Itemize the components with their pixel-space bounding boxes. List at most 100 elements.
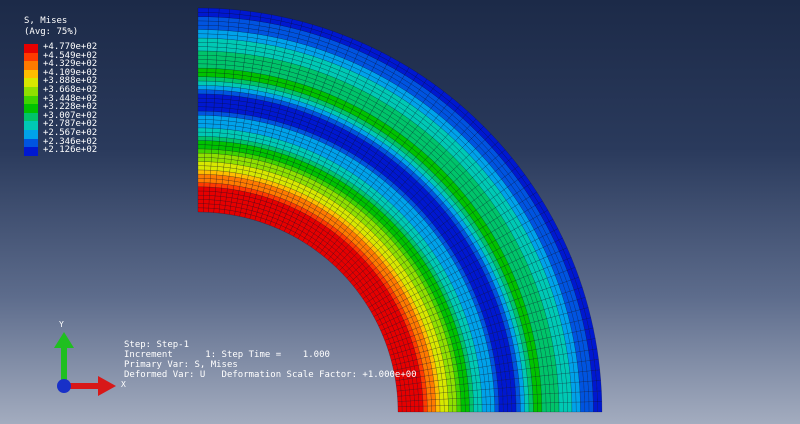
- mesh-element: [397, 395, 403, 402]
- mesh-element: [579, 391, 585, 403]
- mesh-element: [597, 401, 603, 413]
- mesh-element: [213, 106, 223, 113]
- mesh-element: [197, 55, 208, 60]
- mesh-element: [405, 389, 411, 396]
- mesh-element: [571, 392, 577, 403]
- mesh-element: [571, 401, 577, 413]
- mesh-element: [210, 161, 218, 167]
- mesh-element: [197, 12, 209, 17]
- mesh-element: [540, 384, 546, 395]
- mesh-element: [206, 63, 217, 69]
- mesh-element: [515, 403, 521, 413]
- mesh-element: [204, 169, 211, 175]
- mesh-element: [212, 128, 221, 134]
- mesh-element: [197, 33, 209, 39]
- mesh-element: [197, 42, 208, 47]
- mesh-element: [197, 144, 206, 150]
- mesh-element: [595, 369, 601, 381]
- mesh-element: [563, 402, 568, 413]
- step-line: Step: Step-1: [124, 340, 190, 350]
- mesh-element: [448, 405, 453, 413]
- mesh-element: [455, 384, 461, 392]
- mesh-element: [197, 29, 209, 35]
- mesh-element: [554, 392, 560, 403]
- mesh-element: [511, 403, 517, 413]
- mesh-element: [205, 102, 215, 108]
- mesh-element: [206, 76, 216, 82]
- mesh-element: [213, 204, 220, 210]
- mesh-element: [584, 391, 590, 403]
- mesh-element: [545, 393, 551, 404]
- mesh-element: [203, 190, 210, 196]
- x-axis-label: X: [121, 380, 126, 389]
- mesh-element: [197, 182, 205, 188]
- mesh-element: [208, 203, 215, 209]
- mesh-element: [197, 178, 205, 183]
- mesh-element: [210, 157, 219, 163]
- mesh-element: [213, 111, 222, 117]
- mesh-element: [197, 123, 206, 129]
- mesh-element: [438, 386, 444, 394]
- mesh-element: [498, 395, 504, 405]
- mesh-element: [443, 392, 449, 400]
- triad-origin: [57, 379, 71, 393]
- mesh-element: [481, 396, 487, 405]
- mesh-element: [197, 207, 204, 213]
- mesh-element: [584, 401, 590, 413]
- mesh-element: [524, 403, 530, 413]
- mesh-element: [213, 208, 220, 214]
- mesh-element: [214, 195, 221, 201]
- mesh-element: [545, 402, 551, 413]
- legend-swatch: [24, 112, 38, 122]
- legend-swatch: [24, 44, 38, 53]
- mesh-element: [468, 390, 474, 398]
- mesh-element: [218, 8, 230, 14]
- mesh-element: [550, 402, 555, 413]
- mesh-element: [528, 403, 534, 413]
- mesh-element: [203, 182, 211, 188]
- mesh-element: [533, 402, 538, 413]
- primary-var-line: Primary Var: S, Mises: [124, 360, 238, 370]
- mesh-element: [455, 391, 461, 399]
- mesh-element: [409, 389, 415, 396]
- mesh-element: [418, 405, 424, 413]
- mesh-element: [439, 405, 445, 413]
- mesh-element: [460, 390, 466, 399]
- mesh-element: [207, 37, 218, 44]
- mesh-element: [205, 115, 214, 121]
- mesh-element: [197, 16, 209, 22]
- mesh-element: [197, 148, 206, 154]
- mesh-element: [451, 391, 457, 399]
- mesh-element: [214, 191, 222, 197]
- mesh-element: [574, 381, 581, 393]
- mesh-element: [203, 203, 210, 209]
- mesh-element: [215, 76, 225, 83]
- mesh-element: [215, 183, 223, 189]
- mesh-element: [409, 394, 415, 402]
- mesh-element: [197, 115, 206, 120]
- mesh-element: [211, 149, 219, 155]
- mesh-element: [493, 388, 499, 397]
- mesh-element: [444, 405, 449, 413]
- mesh-element: [207, 46, 218, 52]
- mesh-element: [519, 394, 525, 404]
- mesh-element: [414, 400, 420, 407]
- mesh-element: [515, 394, 521, 404]
- mesh-element: [523, 385, 529, 396]
- legend-swatch: [24, 95, 38, 105]
- mesh-element: [426, 399, 432, 407]
- mesh-element: [216, 55, 227, 61]
- mesh-element: [218, 149, 226, 155]
- mesh-element: [218, 141, 227, 147]
- mesh-element: [592, 390, 598, 402]
- mesh-element: [477, 404, 483, 413]
- mesh-element: [215, 187, 222, 193]
- mesh-element: [209, 182, 217, 188]
- mesh-element: [489, 396, 495, 405]
- mesh-element: [205, 119, 214, 125]
- mesh-element: [519, 386, 525, 396]
- mesh-element: [210, 165, 218, 171]
- mesh-element: [197, 59, 208, 65]
- mesh-element: [203, 195, 210, 200]
- mesh-element: [208, 16, 219, 22]
